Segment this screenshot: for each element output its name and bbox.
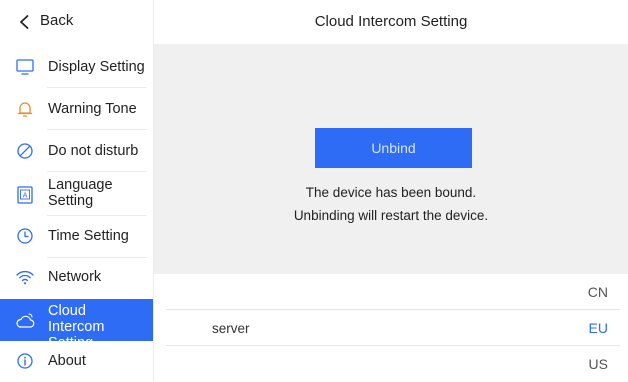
page-header: Cloud Intercom Setting — [154, 0, 628, 44]
sidebar-item-language-setting[interactable]: A Language Setting — [0, 172, 153, 216]
sidebar-item-time-setting[interactable]: Time Setting — [0, 216, 153, 258]
server-option-label: EU — [588, 320, 608, 336]
server-label: server — [212, 321, 250, 336]
cloud-icon — [16, 313, 35, 328]
wifi-icon — [16, 270, 34, 285]
back-button[interactable]: Back — [0, 0, 153, 44]
svg-text:A: A — [23, 192, 28, 200]
restart-warning-text: Unbinding will restart the device. — [293, 208, 489, 223]
sidebar-item-do-not-disturb[interactable]: Do not disturb — [0, 130, 153, 172]
server-selector: CN server EU US — [154, 274, 628, 382]
sidebar-item-cloud-intercom-setting[interactable]: Cloud Intercom Setting — [0, 299, 153, 351]
bell-icon — [17, 102, 33, 117]
sidebar-item-about[interactable]: About — [0, 341, 153, 382]
sidebar-item-label: Do not disturb — [48, 143, 139, 159]
sidebar-item-network[interactable]: Network — [0, 258, 153, 300]
binding-panel: Unbind The device has been bound. Unbind… — [154, 44, 628, 274]
server-option-eu[interactable]: server EU — [154, 310, 628, 346]
sidebar: Back Display Setting Warning Tone Do not… — [0, 0, 154, 382]
back-label: Back — [40, 12, 74, 29]
sidebar-item-label: Display Setting — [48, 59, 145, 75]
server-option-label: US — [588, 356, 608, 372]
monitor-icon — [16, 59, 34, 75]
server-option-us[interactable]: US — [154, 346, 628, 382]
sidebar-item-display-setting[interactable]: Display Setting — [0, 46, 153, 88]
info-icon — [17, 353, 33, 369]
clock-icon — [17, 228, 33, 244]
unbind-button[interactable]: Unbind — [315, 128, 472, 168]
sidebar-item-label: Network — [48, 269, 102, 285]
sidebar-item-label: Time Setting — [48, 228, 129, 244]
bound-status-text: The device has been bound. — [305, 185, 477, 200]
sidebar-item-label: Warning Tone — [48, 101, 137, 117]
do-not-disturb-icon — [17, 143, 33, 159]
server-option-cn[interactable]: CN — [154, 274, 628, 310]
chevron-left-icon — [20, 15, 29, 29]
language-icon: A — [17, 186, 33, 204]
server-option-label: CN — [587, 284, 608, 300]
page-title: Cloud Intercom Setting — [314, 13, 468, 30]
sidebar-item-warning-tone[interactable]: Warning Tone — [0, 88, 153, 130]
sidebar-item-label: About — [48, 353, 86, 369]
sidebar-item-label: Language Setting — [48, 177, 113, 209]
